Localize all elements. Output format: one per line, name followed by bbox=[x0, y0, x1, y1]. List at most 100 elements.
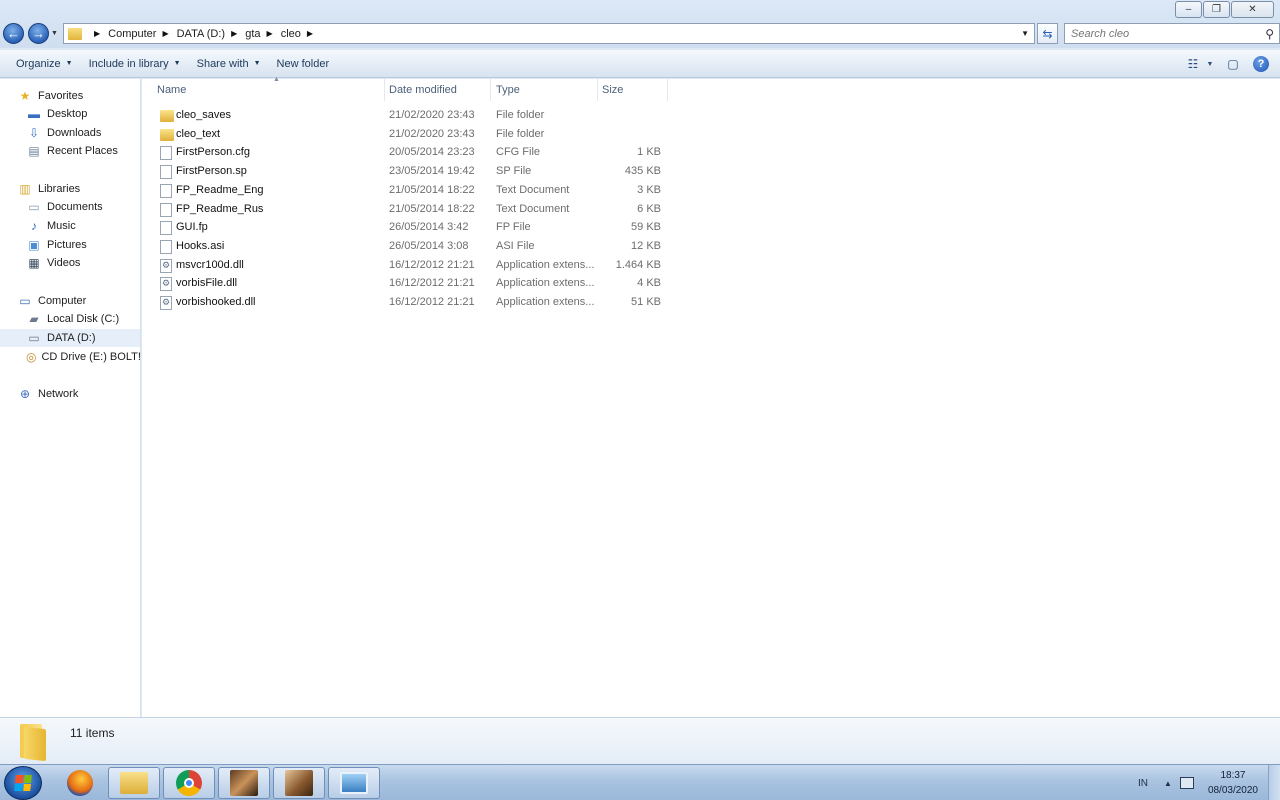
column-header-type[interactable]: Type bbox=[491, 79, 598, 101]
nav-item-label: Music bbox=[47, 220, 76, 232]
show-hidden-icons-icon[interactable]: ▲ bbox=[1164, 779, 1172, 788]
column-header-date[interactable]: Date modified bbox=[384, 79, 491, 101]
minimize-button[interactable]: – bbox=[1175, 1, 1202, 18]
taskbar-firefox[interactable] bbox=[54, 767, 106, 799]
column-header-name[interactable]: ▲ Name bbox=[152, 76, 385, 101]
file-date-modified: 16/12/2012 21:21 bbox=[389, 296, 475, 308]
new-folder-button[interactable]: New folder bbox=[269, 53, 338, 75]
close-button[interactable]: ✕ bbox=[1231, 1, 1274, 18]
language-indicator[interactable]: IN bbox=[1138, 778, 1148, 789]
view-controls: ☷ ▼ ▢ ? bbox=[1176, 54, 1272, 74]
file-date-modified: 21/02/2020 23:43 bbox=[389, 127, 475, 140]
file-row[interactable]: FP_Readme_Eng 21/05/2014 18:22 Text Docume… bbox=[152, 182, 672, 200]
file-row[interactable]: cleo_saves 21/02/2020 23:43 File folder bbox=[152, 107, 672, 125]
nav-item-desktop[interactable]: ▬ Desktop bbox=[0, 105, 140, 123]
file-name: GUI.fp bbox=[176, 221, 208, 234]
file-type: FP File bbox=[496, 221, 531, 234]
nav-network[interactable]: ⊕ Network bbox=[0, 385, 140, 403]
clock[interactable]: 18:37 08/03/2020 bbox=[1208, 768, 1258, 798]
navigation-pane: ★ Favorites ▬ Desktop ⇩ Downloads ▤ Recent P… bbox=[0, 79, 141, 717]
chevron-down-icon: ▼ bbox=[65, 60, 73, 67]
file-row[interactable]: vorbishooked.dll 16/12/2012 21:21 Applicat… bbox=[152, 294, 672, 312]
document-icon bbox=[160, 202, 172, 217]
search-box[interactable]: ⚲ bbox=[1064, 23, 1280, 44]
back-button[interactable]: ← bbox=[3, 23, 24, 44]
address-bar[interactable]: ▶ Computer ▶ DATA (D:) ▶ gta ▶ cleo ▶ ▼ bbox=[63, 23, 1035, 44]
breadcrumb-computer[interactable]: Computer bbox=[108, 28, 156, 40]
taskbar-chrome[interactable] bbox=[163, 767, 215, 799]
file-size: 12 KB bbox=[631, 239, 661, 252]
recent-pages-dropdown[interactable]: ▼ bbox=[51, 30, 58, 37]
include-in-library-button[interactable]: Include in library ▼ bbox=[81, 53, 189, 75]
file-row[interactable]: GUI.fp 26/05/2014 3:42 FP File 59 KB bbox=[152, 219, 672, 237]
taskbar-game-1[interactable] bbox=[218, 767, 270, 799]
breadcrumb-chevron-icon[interactable]: ▶ bbox=[162, 29, 168, 38]
nav-item-data-d[interactable]: ▭ DATA (D:) bbox=[0, 329, 140, 347]
nav-favorites[interactable]: ★ Favorites bbox=[0, 87, 140, 105]
nav-libraries[interactable]: ▥ Libraries bbox=[0, 180, 140, 198]
search-icon[interactable]: ⚲ bbox=[1265, 27, 1274, 41]
document-icon bbox=[160, 146, 172, 161]
file-row[interactable]: FirstPerson.cfg 20/05/2014 23:23 CFG File 1… bbox=[152, 144, 672, 162]
breadcrumb-chevron-icon[interactable]: ▶ bbox=[267, 29, 273, 38]
help-button[interactable]: ? bbox=[1250, 54, 1272, 74]
file-name: Hooks.asi bbox=[176, 239, 225, 252]
nav-item-recent-places[interactable]: ▤ Recent Places bbox=[0, 142, 140, 160]
nav-item-pictures[interactable]: ▣ Pictures bbox=[0, 236, 140, 254]
nav-item-music[interactable]: ♪ Music bbox=[0, 217, 140, 235]
share-with-button[interactable]: Share with ▼ bbox=[189, 53, 269, 75]
view-list-icon: ☷ bbox=[1187, 57, 1199, 71]
document-icon bbox=[160, 183, 172, 198]
file-row[interactable]: cleo_text 21/02/2020 23:43 File folder bbox=[152, 126, 672, 144]
drive-icon: ▭ bbox=[28, 331, 40, 345]
file-list: ▲ Name Date modified Type Size cleo_saves… bbox=[142, 76, 1280, 717]
show-desktop-button[interactable] bbox=[1268, 765, 1280, 800]
search-input[interactable] bbox=[1065, 24, 1245, 43]
taskbar-windows-explorer[interactable] bbox=[108, 767, 160, 799]
start-button[interactable] bbox=[4, 766, 42, 800]
desktop-icon: ▬ bbox=[28, 107, 40, 121]
windows-logo-icon bbox=[14, 775, 32, 791]
refresh-button[interactable]: ⇆ bbox=[1037, 23, 1058, 44]
nav-item-label: Pictures bbox=[47, 239, 87, 251]
view-options-dropdown[interactable]: ▼ bbox=[1204, 54, 1216, 74]
breadcrumb-chevron-icon[interactable]: ▶ bbox=[94, 29, 100, 38]
document-icon bbox=[160, 165, 172, 180]
network-tray-icon[interactable] bbox=[1179, 777, 1194, 789]
taskbar-game-2[interactable] bbox=[273, 767, 325, 799]
preview-pane-button[interactable]: ▢ bbox=[1222, 54, 1244, 74]
nav-computer[interactable]: ▭ Computer bbox=[0, 292, 140, 310]
maximize-button[interactable]: ❐ bbox=[1203, 1, 1230, 18]
nav-item-downloads[interactable]: ⇩ Downloads bbox=[0, 124, 140, 142]
breadcrumb-chevron-icon[interactable]: ▶ bbox=[307, 29, 313, 38]
file-row[interactable]: FirstPerson.sp 23/05/2014 19:42 SP File 435… bbox=[152, 163, 672, 181]
forward-arrow-icon: → bbox=[32, 26, 45, 41]
file-row[interactable]: msvcr100d.dll 16/12/2012 21:21 Application… bbox=[152, 257, 672, 275]
file-row[interactable]: FP_Readme_Rus 21/05/2014 18:22 Text Docume… bbox=[152, 201, 672, 219]
clock-time: 18:37 bbox=[1220, 770, 1246, 781]
close-icon: ✕ bbox=[1248, 3, 1257, 15]
column-header-size[interactable]: Size bbox=[597, 79, 668, 101]
nav-item-local-disk-c[interactable]: ▰ Local Disk (C:) bbox=[0, 310, 140, 328]
help-icon: ? bbox=[1253, 56, 1269, 72]
address-dropdown-icon[interactable]: ▼ bbox=[1021, 29, 1029, 38]
file-type: Text Document bbox=[496, 183, 570, 196]
organize-button[interactable]: Organize ▼ bbox=[8, 53, 81, 75]
forward-button[interactable]: → bbox=[28, 23, 49, 44]
nav-item-cd-drive-e[interactable]: ◎ CD Drive (E:) BOLT! I bbox=[0, 348, 140, 366]
taskbar-photo-viewer[interactable] bbox=[328, 767, 380, 799]
folder-icon bbox=[160, 128, 174, 141]
breadcrumb-chevron-icon[interactable]: ▶ bbox=[231, 29, 237, 38]
window-controls: – ❐ ✕ bbox=[1174, 1, 1274, 18]
file-type: Application extens... bbox=[496, 277, 595, 290]
nav-item-videos[interactable]: ▦ Videos bbox=[0, 254, 140, 272]
file-date-modified: 21/05/2014 18:22 bbox=[389, 183, 475, 196]
change-view-button[interactable]: ☷ bbox=[1182, 54, 1204, 74]
breadcrumb-gta[interactable]: gta bbox=[245, 28, 260, 40]
file-row[interactable]: Hooks.asi 26/05/2014 3:08 ASI File 12 KB bbox=[152, 238, 672, 256]
file-row[interactable]: vorbisFile.dll 16/12/2012 21:21 Applicatio… bbox=[152, 275, 672, 293]
file-type: ASI File bbox=[496, 239, 535, 252]
breadcrumb-data-drive[interactable]: DATA (D:) bbox=[177, 28, 225, 40]
breadcrumb-cleo[interactable]: cleo bbox=[281, 28, 301, 40]
nav-item-documents[interactable]: ▭ Documents bbox=[0, 198, 140, 216]
